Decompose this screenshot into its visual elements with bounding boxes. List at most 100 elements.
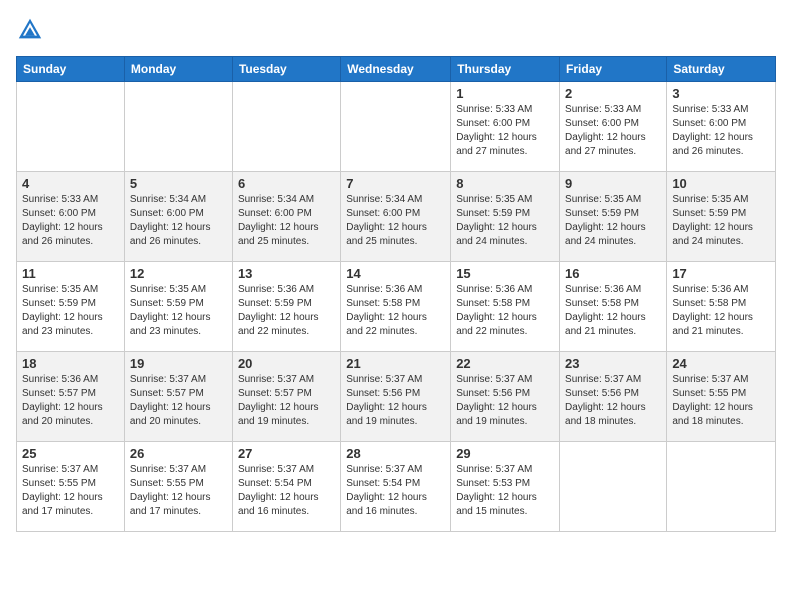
calendar-cell: 26 Sunrise: 5:37 AM Sunset: 5:55 PM Dayli… [124,442,232,532]
col-header-tuesday: Tuesday [232,57,340,82]
calendar-cell: 4 Sunrise: 5:33 AM Sunset: 6:00 PM Daylig… [17,172,125,262]
day-number: 8 [456,176,554,191]
cell-info: Sunrise: 5:37 AM Sunset: 5:54 PM Dayligh… [238,463,335,519]
calendar-cell: 11Sunrise: 5:35 AM Sunset: 5:59 PM Dayli… [17,262,125,352]
day-number: 7 [346,176,445,191]
calendar-cell: 21 Sunrise: 5:37 AM Sunset: 5:56 PM Dayli… [341,352,451,442]
day-number: 5 [130,176,227,191]
col-header-friday: Friday [560,57,667,82]
calendar-cell [17,82,125,172]
day-number: 27 [238,446,335,461]
calendar-cell: 25 Sunrise: 5:37 AM Sunset: 5:55 PM Dayli… [17,442,125,532]
day-number: 13 [238,266,335,281]
calendar-cell: 3Sunrise: 5:33 AM Sunset: 6:00 PM Daylig… [667,82,776,172]
cell-info: Sunrise: 5:36 AM Sunset: 5:59 PM Dayligh… [238,283,335,339]
day-number: 14 [346,266,445,281]
day-number: 25 [22,446,119,461]
calendar-cell: 2Sunrise: 5:33 AM Sunset: 6:00 PM Daylig… [560,82,667,172]
cell-info: Sunrise: 5:37 AM Sunset: 5:57 PM Dayligh… [130,373,227,429]
cell-info: Sunrise: 5:36 AM Sunset: 5:58 PM Dayligh… [565,283,661,339]
calendar-cell: 5 Sunrise: 5:34 AM Sunset: 6:00 PM Daylig… [124,172,232,262]
cell-info: Sunrise: 5:37 AM Sunset: 5:56 PM Dayligh… [346,373,445,429]
cell-info: Sunrise: 5:35 AM Sunset: 5:59 PM Dayligh… [672,193,770,249]
calendar-cell: 13 Sunrise: 5:36 AM Sunset: 5:59 PM Dayli… [232,262,340,352]
cell-info: Sunrise: 5:36 AM Sunset: 5:58 PM Dayligh… [456,283,554,339]
calendar-cell: 16 Sunrise: 5:36 AM Sunset: 5:58 PM Dayli… [560,262,667,352]
calendar-week-2: 4 Sunrise: 5:33 AM Sunset: 6:00 PM Daylig… [17,172,776,262]
calendar-cell [341,82,451,172]
calendar-cell: 23 Sunrise: 5:37 AM Sunset: 5:56 PM Dayli… [560,352,667,442]
calendar-cell: 18 Sunrise: 5:36 AM Sunset: 5:57 PM Dayli… [17,352,125,442]
col-header-saturday: Saturday [667,57,776,82]
day-number: 9 [565,176,661,191]
day-number: 29 [456,446,554,461]
calendar-cell: 28 Sunrise: 5:37 AM Sunset: 5:54 PM Dayli… [341,442,451,532]
day-number: 19 [130,356,227,371]
day-number: 23 [565,356,661,371]
calendar-cell: 7Sunrise: 5:34 AM Sunset: 6:00 PM Daylig… [341,172,451,262]
day-number: 21 [346,356,445,371]
cell-info: Sunrise: 5:37 AM Sunset: 5:57 PM Dayligh… [238,373,335,429]
calendar-cell: 17Sunrise: 5:36 AM Sunset: 5:58 PM Dayli… [667,262,776,352]
calendar-cell: 1 Sunrise: 5:33 AM Sunset: 6:00 PM Daylig… [451,82,560,172]
day-number: 15 [456,266,554,281]
day-number: 28 [346,446,445,461]
cell-info: Sunrise: 5:33 AM Sunset: 6:00 PM Dayligh… [672,103,770,159]
cell-info: Sunrise: 5:35 AM Sunset: 5:59 PM Dayligh… [565,193,661,249]
day-number: 17 [672,266,770,281]
day-number: 4 [22,176,119,191]
calendar-week-3: 11Sunrise: 5:35 AM Sunset: 5:59 PM Dayli… [17,262,776,352]
calendar-cell [232,82,340,172]
calendar-cell: 27 Sunrise: 5:37 AM Sunset: 5:54 PM Dayli… [232,442,340,532]
calendar-cell: 12Sunrise: 5:35 AM Sunset: 5:59 PM Dayli… [124,262,232,352]
cell-info: Sunrise: 5:36 AM Sunset: 5:58 PM Dayligh… [346,283,445,339]
calendar-cell: 19 Sunrise: 5:37 AM Sunset: 5:57 PM Dayli… [124,352,232,442]
cell-info: Sunrise: 5:37 AM Sunset: 5:56 PM Dayligh… [565,373,661,429]
calendar-cell: 14 Sunrise: 5:36 AM Sunset: 5:58 PM Dayli… [341,262,451,352]
logo [16,16,48,44]
col-header-sunday: Sunday [17,57,125,82]
col-header-monday: Monday [124,57,232,82]
day-number: 6 [238,176,335,191]
calendar-cell: 24 Sunrise: 5:37 AM Sunset: 5:55 PM Dayli… [667,352,776,442]
cell-info: Sunrise: 5:37 AM Sunset: 5:54 PM Dayligh… [346,463,445,519]
cell-info: Sunrise: 5:33 AM Sunset: 6:00 PM Dayligh… [456,103,554,159]
cell-info: Sunrise: 5:37 AM Sunset: 5:55 PM Dayligh… [130,463,227,519]
calendar-cell: 6Sunrise: 5:34 AM Sunset: 6:00 PM Daylig… [232,172,340,262]
day-number: 10 [672,176,770,191]
cell-info: Sunrise: 5:37 AM Sunset: 5:56 PM Dayligh… [456,373,554,429]
cell-info: Sunrise: 5:35 AM Sunset: 5:59 PM Dayligh… [130,283,227,339]
calendar-cell [124,82,232,172]
day-number: 1 [456,86,554,101]
cell-info: Sunrise: 5:37 AM Sunset: 5:55 PM Dayligh… [22,463,119,519]
day-number: 22 [456,356,554,371]
calendar-cell: 10 Sunrise: 5:35 AM Sunset: 5:59 PM Dayli… [667,172,776,262]
calendar-week-1: 1 Sunrise: 5:33 AM Sunset: 6:00 PM Daylig… [17,82,776,172]
calendar-cell [560,442,667,532]
header-row: SundayMondayTuesdayWednesdayThursdayFrid… [17,57,776,82]
day-number: 2 [565,86,661,101]
day-number: 20 [238,356,335,371]
calendar-cell: 15 Sunrise: 5:36 AM Sunset: 5:58 PM Dayli… [451,262,560,352]
calendar-cell: 29 Sunrise: 5:37 AM Sunset: 5:53 PM Dayli… [451,442,560,532]
calendar-cell [667,442,776,532]
cell-info: Sunrise: 5:34 AM Sunset: 6:00 PM Dayligh… [130,193,227,249]
page-header [16,16,776,44]
day-number: 26 [130,446,227,461]
cell-info: Sunrise: 5:35 AM Sunset: 5:59 PM Dayligh… [22,283,119,339]
day-number: 24 [672,356,770,371]
cell-info: Sunrise: 5:37 AM Sunset: 5:55 PM Dayligh… [672,373,770,429]
calendar-cell: 22 Sunrise: 5:37 AM Sunset: 5:56 PM Dayli… [451,352,560,442]
cell-info: Sunrise: 5:36 AM Sunset: 5:57 PM Dayligh… [22,373,119,429]
day-number: 18 [22,356,119,371]
calendar-week-4: 18 Sunrise: 5:36 AM Sunset: 5:57 PM Dayli… [17,352,776,442]
cell-info: Sunrise: 5:33 AM Sunset: 6:00 PM Dayligh… [22,193,119,249]
cell-info: Sunrise: 5:35 AM Sunset: 5:59 PM Dayligh… [456,193,554,249]
calendar-cell: 8 Sunrise: 5:35 AM Sunset: 5:59 PM Daylig… [451,172,560,262]
calendar-cell: 9 Sunrise: 5:35 AM Sunset: 5:59 PM Daylig… [560,172,667,262]
calendar-table: SundayMondayTuesdayWednesdayThursdayFrid… [16,56,776,532]
day-number: 16 [565,266,661,281]
cell-info: Sunrise: 5:37 AM Sunset: 5:53 PM Dayligh… [456,463,554,519]
col-header-thursday: Thursday [451,57,560,82]
calendar-cell: 20 Sunrise: 5:37 AM Sunset: 5:57 PM Dayli… [232,352,340,442]
